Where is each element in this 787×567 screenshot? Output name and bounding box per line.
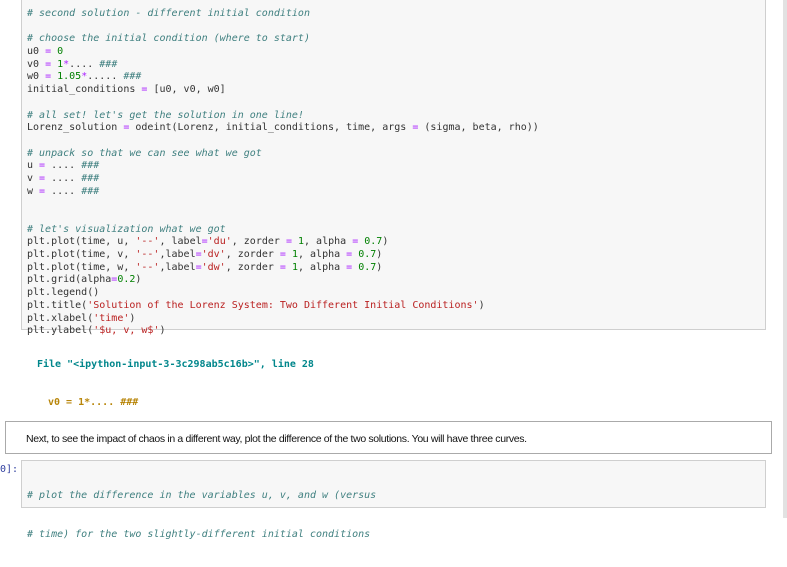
code-token: , alpha	[297, 249, 347, 261]
code-token: ,label	[159, 261, 196, 273]
code-token: 'dv'	[201, 249, 226, 261]
code-token: ,label	[159, 249, 196, 261]
code-line: initial_conditions = [u0, v0, w0]	[27, 84, 765, 97]
code-token: plt.grid(alpha	[27, 274, 112, 286]
code-token: 'time'	[93, 312, 130, 324]
code-token: u0	[27, 46, 46, 58]
code-editor[interactable]: # plot the difference in the variables u…	[22, 461, 765, 567]
code-token: Lorenz_solution	[27, 122, 124, 134]
code-line: plt.xlabel('time')	[27, 313, 765, 326]
code-token: plt.plot(time, v,	[27, 249, 136, 261]
code-line: w = .... ###	[27, 186, 765, 199]
code-token: 0.7	[352, 249, 377, 261]
code-token: , zorder	[225, 249, 280, 261]
code-token: '--'	[135, 236, 160, 248]
code-token: w	[27, 185, 40, 197]
code-line: # unpack so that we can see what we got	[27, 147, 262, 159]
code-token: (sigma, beta, rho))	[418, 122, 539, 134]
code-token: )	[382, 236, 389, 248]
code-line: v0 = 1*.... ###	[27, 59, 765, 72]
markdown-cell[interactable]: Next, to see the impact of chaos in a di…	[5, 421, 772, 454]
code-token: initial_conditions	[27, 84, 142, 96]
code-token: .....	[87, 71, 118, 83]
code-token: 0.7	[358, 236, 383, 248]
code-token: 1	[285, 249, 298, 261]
code-token: ###	[117, 71, 142, 83]
code-token: , alpha	[304, 236, 353, 248]
code-line: v = .... ###	[27, 173, 765, 186]
code-line: # choose the initial condition (where to…	[27, 33, 310, 45]
code-token: 'du'	[207, 236, 232, 248]
code-token: plt.title(	[27, 299, 88, 311]
code-line: u0 = 0	[27, 46, 765, 59]
code-token: , zorder	[225, 261, 280, 273]
code-line: w0 = 1.05*..... ###	[27, 71, 765, 84]
traceback-code-line: v0 = 1*.... ###	[48, 396, 139, 408]
code-token: 1	[291, 236, 305, 248]
code-token: odeint(Lorenz, initial_conditions, time,…	[129, 122, 413, 134]
code-token: 0	[51, 46, 64, 58]
code-token: v0	[27, 58, 46, 70]
code-line: # let's visualization what we got	[27, 223, 226, 235]
code-line: plt.plot(time, u, '--', label='du', zord…	[27, 236, 765, 249]
code-token: plt.plot(time, u,	[27, 236, 136, 248]
code-token: ....	[45, 172, 76, 184]
code-line: u = .... ###	[27, 160, 765, 173]
code-token: )	[129, 312, 136, 324]
code-comment-line: # plot the difference in the variables u…	[27, 490, 377, 502]
code-token: ....	[45, 185, 76, 197]
code-token: 0.2	[117, 274, 136, 286]
traceback-file-line: File "<ipython-input-3-3c298ab5c16b>", l…	[37, 359, 314, 370]
code-token: '--'	[135, 249, 160, 261]
markdown-text: Next, to see the impact of chaos in a di…	[26, 433, 527, 445]
code-token: ....	[45, 160, 76, 172]
code-cell-plot-difference[interactable]: # plot the difference in the variables u…	[21, 460, 766, 540]
code-token: , zorder	[231, 236, 286, 248]
code-token: u	[27, 160, 40, 172]
code-token: )	[478, 299, 485, 311]
code-token: [u0, v0, w0]	[147, 84, 226, 96]
code-line: # second solution - different initial co…	[27, 8, 310, 19]
code-token: 0.7	[352, 261, 377, 273]
code-line: plt.plot(time, v, '--',label='dv', zorde…	[27, 249, 765, 262]
code-token: 1	[285, 261, 298, 273]
code-token: plt.plot(time, w,	[27, 261, 136, 273]
code-line: # all set! let's get the solution in one…	[27, 109, 304, 121]
code-comment-line: # time) for the two slightly-different i…	[27, 528, 371, 540]
code-line: plt.legend()	[27, 287, 765, 300]
code-token: ###	[75, 172, 100, 184]
code-token: 1.05	[51, 71, 82, 83]
code-token: '--'	[135, 261, 160, 273]
scrollbar[interactable]	[783, 0, 787, 518]
code-token: v	[27, 172, 40, 184]
code-cell-lorenz-second-solution[interactable]: # second solution - different initial co…	[21, 0, 766, 336]
code-token: 1	[51, 58, 64, 70]
code-token: , label	[159, 236, 202, 248]
code-editor[interactable]: # second solution - different initial co…	[22, 0, 765, 338]
code-token: 'dw'	[201, 261, 226, 273]
code-token: ###	[75, 160, 100, 172]
code-token: ###	[75, 185, 100, 197]
code-token: w0	[27, 71, 46, 83]
code-token: )	[376, 261, 383, 273]
code-line: plt.title('Solution of the Lorenz System…	[27, 300, 765, 313]
code-token: )	[376, 249, 383, 261]
cell-prompt: 0]:	[0, 464, 19, 475]
code-token: , alpha	[297, 261, 347, 273]
code-line: plt.grid(alpha=0.2)	[27, 274, 765, 287]
code-line: Lorenz_solution = odeint(Lorenz, initial…	[27, 122, 765, 135]
code-token: plt.legend()	[27, 287, 100, 299]
code-token: ###	[93, 58, 118, 70]
code-token: ....	[69, 58, 94, 70]
code-token: 'Solution of the Lorenz System: Two Diff…	[87, 299, 479, 311]
code-line: plt.plot(time, w, '--',label='dw', zorde…	[27, 262, 765, 275]
code-token: )	[135, 274, 142, 286]
code-token: plt.xlabel(	[27, 312, 94, 324]
